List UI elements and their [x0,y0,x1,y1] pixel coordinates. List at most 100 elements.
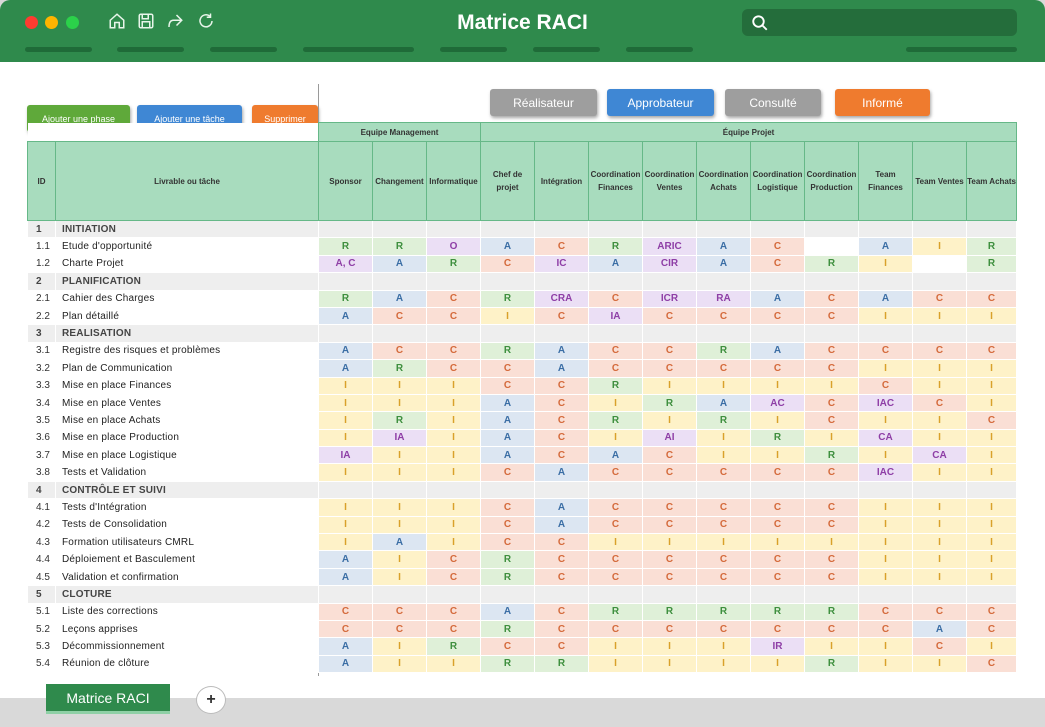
phase-cell[interactable] [642,480,697,500]
raci-cell[interactable]: I [965,306,1018,326]
raci-cell[interactable]: A [750,289,805,308]
raci-cell[interactable]: C [750,619,805,639]
task-label[interactable]: Mise en place Logistique [55,446,319,465]
raci-cell[interactable]: I [372,515,427,535]
raci-cell[interactable]: C [426,341,481,361]
raci-cell[interactable]: A [534,515,589,535]
raci-cell[interactable]: I [965,446,1018,465]
phase-cell[interactable] [858,585,913,604]
raci-cell[interactable]: IC [534,254,589,274]
raci-cell[interactable]: I [372,654,427,674]
phase-cell[interactable] [642,272,697,291]
phase-cell[interactable] [318,324,373,343]
raci-cell[interactable]: I [912,567,967,587]
raci-cell[interactable]: C [750,306,805,326]
raci-cell[interactable]: I [318,411,373,430]
raci-cell[interactable]: I [965,393,1018,413]
phase-cell[interactable] [804,219,859,239]
raci-cell[interactable]: R [750,428,805,448]
raci-cell[interactable]: I [372,550,427,569]
task-label[interactable]: Registre des risques et problèmes [55,341,319,361]
raci-cell[interactable]: I [858,446,913,465]
phase-cell[interactable] [372,324,427,343]
raci-cell[interactable]: R [804,654,859,674]
raci-cell[interactable]: A [750,341,805,361]
raci-cell[interactable]: C [912,393,967,413]
phase-cell[interactable] [912,480,967,500]
raci-cell[interactable]: I [965,567,1018,587]
raci-cell[interactable]: C [965,654,1018,674]
phase-cell[interactable] [534,480,589,500]
raci-cell[interactable]: I [588,654,643,674]
phase-cell[interactable] [642,219,697,239]
raci-cell[interactable]: R [642,393,697,413]
phase-cell[interactable] [642,585,697,604]
raci-cell[interactable]: C [750,359,805,378]
raci-cell[interactable]: I [965,376,1018,395]
raci-cell[interactable]: C [642,515,697,535]
task-label[interactable]: Tests d'Intégration [55,498,319,517]
add-sheet-button[interactable]: + [196,686,226,714]
task-id[interactable]: 3.7 [27,446,56,465]
raci-cell[interactable]: C [318,619,373,639]
raci-cell[interactable]: I [965,515,1018,535]
raci-cell[interactable]: IA [372,428,427,448]
raci-cell[interactable]: C [426,289,481,308]
raci-cell[interactable]: C [480,254,535,274]
task-label[interactable]: Mise en place Production [55,428,319,448]
search-input[interactable] [742,9,1017,36]
task-id[interactable]: 4.5 [27,567,56,587]
raci-cell[interactable]: R [804,602,859,621]
raci-cell[interactable]: C [642,306,697,326]
phase-cell[interactable] [642,324,697,343]
raci-cell[interactable]: I [965,359,1018,378]
phase-cell[interactable] [912,324,967,343]
phase-cell[interactable] [965,324,1018,343]
phase-cell[interactable] [696,219,751,239]
phase-cell[interactable] [480,272,535,291]
task-label[interactable]: Tests de Consolidation [55,515,319,535]
raci-cell[interactable]: I [750,446,805,465]
phase-label[interactable]: REALISATION [55,324,319,343]
task-id[interactable]: 5.4 [27,654,56,674]
raci-cell[interactable]: R [480,550,535,569]
raci-cell[interactable]: I [642,654,697,674]
raci-cell[interactable]: I [426,411,481,430]
raci-cell[interactable]: C [588,567,643,587]
phase-cell[interactable] [534,324,589,343]
raci-cell[interactable]: I [642,533,697,552]
raci-cell[interactable]: I [372,637,427,656]
raci-cell[interactable]: R [480,619,535,639]
raci-cell[interactable]: A [858,289,913,308]
raci-cell[interactable]: I [426,376,481,395]
raci-cell[interactable]: IAC [858,393,913,413]
raci-cell[interactable]: C [912,341,967,361]
raci-cell[interactable]: IR [750,637,805,656]
raci-cell[interactable]: I [426,393,481,413]
raci-cell[interactable]: C [318,602,373,621]
raci-cell[interactable]: I [965,533,1018,552]
task-label[interactable]: Charte Projet [55,254,319,274]
phase-cell[interactable] [588,219,643,239]
raci-cell[interactable]: R [965,254,1018,274]
raci-cell[interactable]: I [588,637,643,656]
raci-cell[interactable]: RA [696,289,751,308]
raci-cell[interactable]: A [372,289,427,308]
raci-cell[interactable]: R [696,341,751,361]
raci-cell[interactable]: A [912,619,967,639]
phase-cell[interactable] [480,324,535,343]
raci-cell[interactable]: I [750,533,805,552]
raci-cell[interactable]: R [480,654,535,674]
task-label[interactable]: Etude d'opportunité [55,237,319,256]
raci-cell[interactable]: C [912,637,967,656]
raci-cell[interactable]: A [318,341,373,361]
task-id[interactable]: 4.4 [27,550,56,569]
phase-cell[interactable] [426,219,481,239]
phase-cell[interactable] [804,585,859,604]
raci-cell[interactable]: A [480,428,535,448]
raci-cell[interactable]: A [534,341,589,361]
phase-cell[interactable] [750,219,805,239]
raci-cell[interactable]: I [858,515,913,535]
phase-cell[interactable] [804,324,859,343]
phase-cell[interactable] [480,219,535,239]
